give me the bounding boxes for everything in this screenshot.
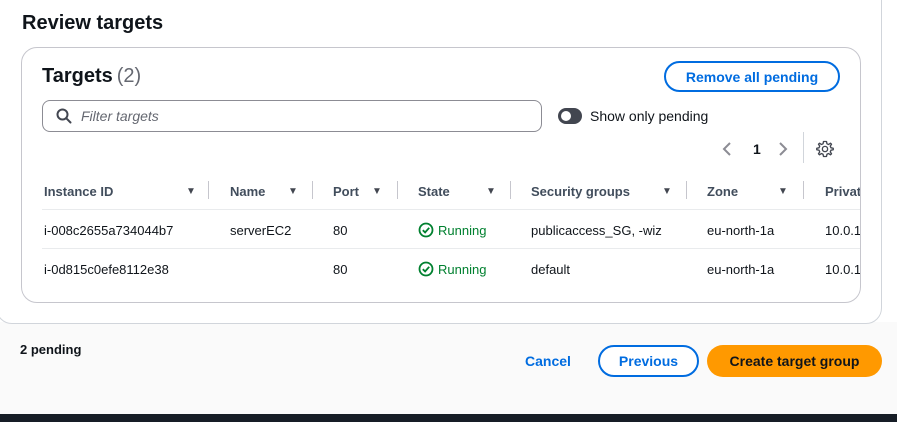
targets-heading: Targets (2) bbox=[42, 65, 141, 88]
column-header-security-groups[interactable]: Security groups ▼ bbox=[531, 174, 672, 208]
chevron-left-icon bbox=[722, 142, 731, 156]
header-divider bbox=[42, 209, 860, 210]
create-target-group-button[interactable]: Create target group bbox=[707, 345, 882, 377]
cell-instance-id: i-0d815c0efe8112e38 bbox=[44, 261, 169, 277]
column-header-instance-id[interactable]: Instance ID ▼ bbox=[44, 174, 196, 208]
cell-state: Running bbox=[418, 259, 486, 279]
caret-down-icon[interactable]: ▼ bbox=[662, 186, 672, 197]
pending-count: 2 pending bbox=[20, 342, 82, 357]
targets-container: Targets(2) Remove all pending Show only … bbox=[21, 47, 861, 303]
next-page-button[interactable] bbox=[778, 138, 792, 160]
search-icon bbox=[56, 108, 72, 124]
previous-page-button[interactable] bbox=[722, 138, 736, 160]
cell-name: serverEC2 bbox=[230, 222, 292, 238]
column-separator[interactable] bbox=[397, 181, 398, 199]
column-header-private-ip[interactable]: Privat bbox=[825, 174, 861, 208]
caret-down-icon[interactable]: ▼ bbox=[372, 186, 382, 197]
pager-divider bbox=[803, 132, 804, 163]
gear-icon bbox=[816, 140, 834, 158]
column-separator[interactable] bbox=[208, 181, 209, 199]
column-header-label: Instance ID bbox=[44, 183, 114, 199]
cell-instance-id: i-008c2655a734044b7 bbox=[44, 222, 174, 238]
cell-zone: eu-north-1a bbox=[707, 261, 775, 277]
bottom-bar bbox=[0, 414, 897, 422]
caret-down-icon[interactable]: ▼ bbox=[778, 186, 788, 197]
column-separator[interactable] bbox=[686, 181, 687, 199]
cell-state: Running bbox=[418, 220, 486, 240]
row-divider bbox=[42, 248, 860, 249]
column-header-port[interactable]: Port ▼ bbox=[333, 174, 382, 208]
previous-button[interactable]: Previous bbox=[598, 345, 699, 377]
caret-down-icon[interactable]: ▼ bbox=[486, 186, 496, 197]
cancel-button[interactable]: Cancel bbox=[525, 353, 571, 369]
chevron-right-icon bbox=[779, 142, 788, 156]
column-separator[interactable] bbox=[312, 181, 313, 199]
column-header-label: State bbox=[418, 183, 450, 199]
check-circle-icon bbox=[418, 261, 434, 277]
targets-title: Targets bbox=[42, 65, 113, 87]
show-only-pending-label: Show only pending bbox=[590, 108, 709, 124]
caret-down-icon[interactable]: ▼ bbox=[186, 186, 196, 197]
caret-down-icon[interactable]: ▼ bbox=[288, 186, 298, 197]
cell-port: 80 bbox=[333, 222, 348, 238]
column-separator[interactable] bbox=[510, 181, 511, 199]
page-number[interactable]: 1 bbox=[753, 141, 761, 157]
cell-port: 80 bbox=[333, 261, 348, 277]
column-header-label: Security groups bbox=[531, 183, 630, 199]
filter-targets-field[interactable] bbox=[42, 100, 542, 132]
targets-count: (2) bbox=[116, 65, 142, 87]
remove-all-pending-button[interactable]: Remove all pending bbox=[664, 61, 840, 92]
column-header-name[interactable]: Name ▼ bbox=[230, 174, 298, 208]
preferences-button[interactable] bbox=[816, 138, 836, 160]
column-header-label: Privat bbox=[825, 183, 861, 199]
column-header-zone[interactable]: Zone ▼ bbox=[707, 174, 788, 208]
column-separator[interactable] bbox=[803, 181, 804, 199]
section-title: Review targets bbox=[22, 12, 164, 34]
column-header-state[interactable]: State ▼ bbox=[418, 174, 496, 208]
state-label: Running bbox=[438, 222, 487, 238]
cell-private-ip: 10.0.1 bbox=[825, 261, 861, 277]
check-circle-icon bbox=[418, 222, 434, 238]
state-label: Running bbox=[438, 261, 487, 277]
cell-security-groups: default bbox=[531, 261, 571, 277]
column-header-label: Port bbox=[333, 183, 359, 199]
column-header-label: Name bbox=[230, 183, 266, 199]
cell-zone: eu-north-1a bbox=[707, 222, 775, 238]
cell-security-groups: publicaccess_SG, -wiz bbox=[531, 222, 662, 238]
cell-private-ip: 10.0.1 bbox=[825, 222, 861, 238]
column-header-label: Zone bbox=[707, 183, 739, 199]
show-only-pending-toggle[interactable] bbox=[558, 108, 582, 124]
filter-targets-input[interactable] bbox=[81, 108, 501, 124]
